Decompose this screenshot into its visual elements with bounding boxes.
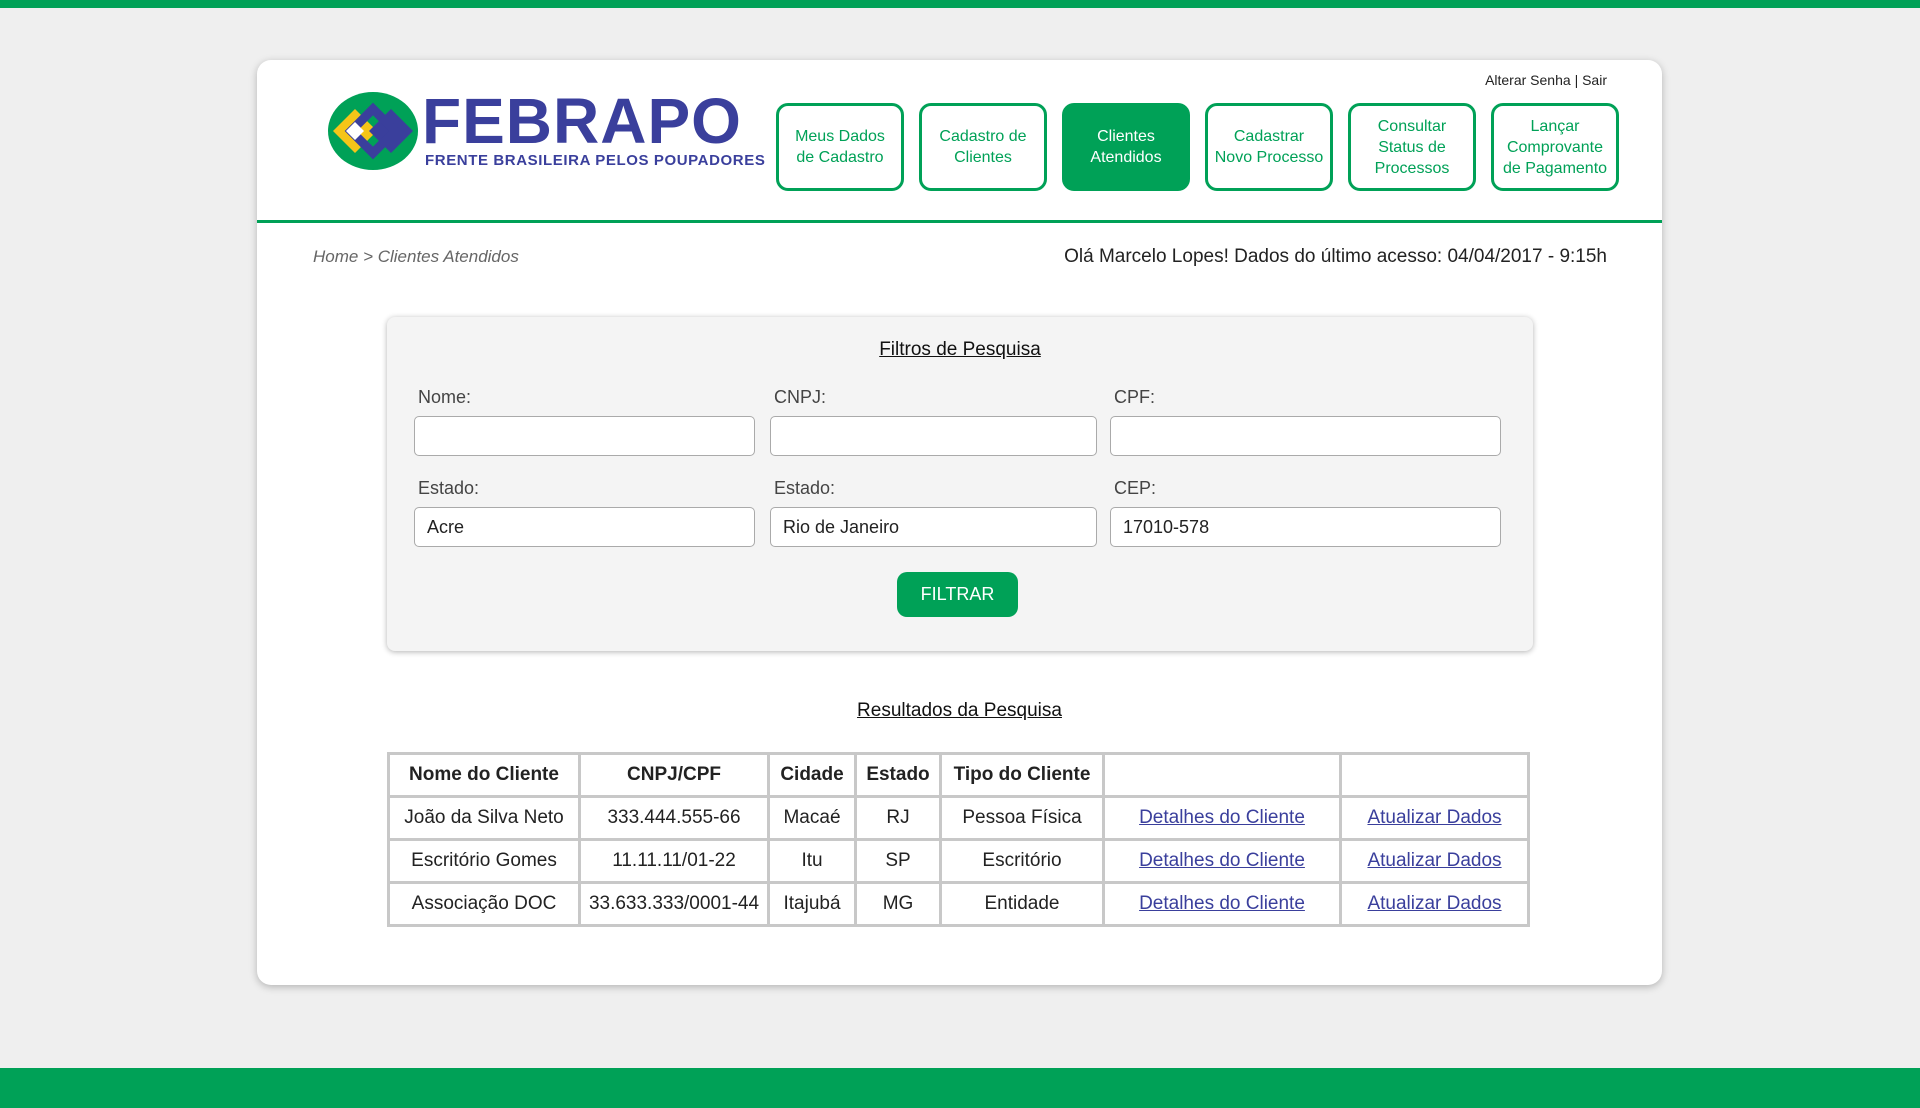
client-details-link[interactable]: Detalhes do Cliente xyxy=(1139,807,1305,828)
nome-label: Nome: xyxy=(418,387,472,407)
cell-update: Atualizar Dados xyxy=(1339,881,1530,927)
estado-label-2: Estado: xyxy=(774,478,836,498)
estado-label-1: Estado: xyxy=(418,478,480,498)
table-header-row: Nome do Cliente CNPJ/CPF Cidade Estado T… xyxy=(387,752,1530,798)
header-details xyxy=(1102,752,1342,798)
cell-estado: SP xyxy=(854,838,942,884)
cell-estado: MG xyxy=(854,881,942,927)
cell-update: Atualizar Dados xyxy=(1339,838,1530,884)
nav-meus-dados-button[interactable]: Meus Dados de Cadastro xyxy=(776,103,904,191)
top-accent-bar xyxy=(0,0,1920,8)
cell-cidade: Itajubá xyxy=(767,881,857,927)
header-nome: Nome do Cliente xyxy=(387,752,581,798)
nav-cadastro-clientes-label: Cadastro de Clientes xyxy=(939,128,1027,166)
nav-comprovante-pagamento-label: Lançar Comprovante de Pagamento xyxy=(1502,117,1608,177)
nav-comprovante-pagamento-button[interactable]: Lançar Comprovante de Pagamento xyxy=(1491,103,1619,191)
nav-cadastro-clientes-button[interactable]: Cadastro de Clientes xyxy=(919,103,1047,191)
cell-tipo: Pessoa Física xyxy=(939,795,1105,841)
cell-cidade: Itu xyxy=(767,838,857,884)
table-row: Associação DOC 33.633.333/0001-44 Itajub… xyxy=(387,881,1530,927)
results-table: Nome do Cliente CNPJ/CPF Cidade Estado T… xyxy=(387,752,1530,927)
nome-input[interactable] xyxy=(414,416,755,456)
results-title: Resultados da Pesquisa xyxy=(857,700,1062,721)
change-password-link[interactable]: Alterar Senha xyxy=(1485,72,1571,88)
cell-cidade: Macaé xyxy=(767,795,857,841)
cep-label: CEP: xyxy=(1114,478,1157,498)
update-data-link[interactable]: Atualizar Dados xyxy=(1367,850,1501,871)
cell-doc: 333.444.555-66 xyxy=(578,795,770,841)
header-estado: Estado xyxy=(854,752,942,798)
nav-meus-dados-label: Meus Dados de Cadastro xyxy=(795,128,885,166)
breadcrumb: Home > Clientes Atendidos xyxy=(313,247,519,266)
header-divider xyxy=(257,220,1662,223)
search-filters-panel: Filtros de Pesquisa Nome: CNPJ: CPF: Est… xyxy=(387,317,1533,651)
bottom-accent-bar xyxy=(0,1068,1920,1108)
client-details-link[interactable]: Detalhes do Cliente xyxy=(1139,893,1305,914)
cell-doc: 11.11.11/01-22 xyxy=(578,838,770,884)
cep-input[interactable] xyxy=(1110,507,1501,547)
cell-update: Atualizar Dados xyxy=(1339,795,1530,841)
cnpj-input[interactable] xyxy=(770,416,1097,456)
nav-novo-processo-button[interactable]: Cadastrar Novo Processo xyxy=(1205,103,1333,191)
logo-mark-icon xyxy=(328,92,418,170)
cell-doc: 33.633.333/0001-44 xyxy=(578,881,770,927)
logo-wordmark: FEBRAPO xyxy=(422,85,742,157)
filters-title: Filtros de Pesquisa xyxy=(879,339,1041,360)
estado-input-1[interactable] xyxy=(414,507,755,547)
table-row: João da Silva Neto 333.444.555-66 Macaé … xyxy=(387,795,1530,841)
cpf-input[interactable] xyxy=(1110,416,1501,456)
nav-clientes-atendidos-label: Clientes Atendidos xyxy=(1090,128,1162,166)
nav-clientes-atendidos-button[interactable]: Clientes Atendidos xyxy=(1062,103,1190,191)
cnpj-label: CNPJ: xyxy=(774,387,827,407)
cell-details: Detalhes do Cliente xyxy=(1102,795,1342,841)
cell-tipo: Escritório xyxy=(939,838,1105,884)
febrapo-logo[interactable]: FEBRAPO FRENTE BRASILEIRA PELOS POUPADOR… xyxy=(325,85,765,172)
cell-nome: Associação DOC xyxy=(387,881,581,927)
update-data-link[interactable]: Atualizar Dados xyxy=(1367,807,1501,828)
nav-novo-processo-label: Cadastrar Novo Processo xyxy=(1214,128,1324,166)
user-links: Alterar Senha | Sair xyxy=(1485,72,1607,88)
table-row: Escritório Gomes 11.11.11/01-22 Itu SP E… xyxy=(387,838,1530,884)
update-data-link[interactable]: Atualizar Dados xyxy=(1367,893,1501,914)
cell-estado: RJ xyxy=(854,795,942,841)
logout-link[interactable]: Sair xyxy=(1582,72,1607,88)
logo-tagline: FRENTE BRASILEIRA PELOS POUPADORES xyxy=(425,152,766,169)
nav-status-processos-button[interactable]: Consultar Status de Processos xyxy=(1348,103,1476,191)
header-update xyxy=(1339,752,1530,798)
cell-nome: Escritório Gomes xyxy=(387,838,581,884)
cell-details: Detalhes do Cliente xyxy=(1102,838,1342,884)
nav-status-processos-label: Consultar Status de Processos xyxy=(1374,117,1450,177)
main-card: Alterar Senha | Sair FEBRAPO FRENTE BRAS… xyxy=(257,60,1662,985)
user-links-separator: | xyxy=(1574,72,1579,88)
header-cidade: Cidade xyxy=(767,752,857,798)
cell-details: Detalhes do Cliente xyxy=(1102,881,1342,927)
estado-input-2[interactable] xyxy=(770,507,1097,547)
greeting-text: Olá Marcelo Lopes! Dados do último acess… xyxy=(1064,246,1607,267)
filter-button[interactable]: FILTRAR xyxy=(897,572,1018,617)
client-details-link[interactable]: Detalhes do Cliente xyxy=(1139,850,1305,871)
header-doc: CNPJ/CPF xyxy=(578,752,770,798)
cell-tipo: Entidade xyxy=(939,881,1105,927)
cell-nome: João da Silva Neto xyxy=(387,795,581,841)
header-tipo: Tipo do Cliente xyxy=(939,752,1105,798)
cpf-label: CPF: xyxy=(1114,387,1156,407)
